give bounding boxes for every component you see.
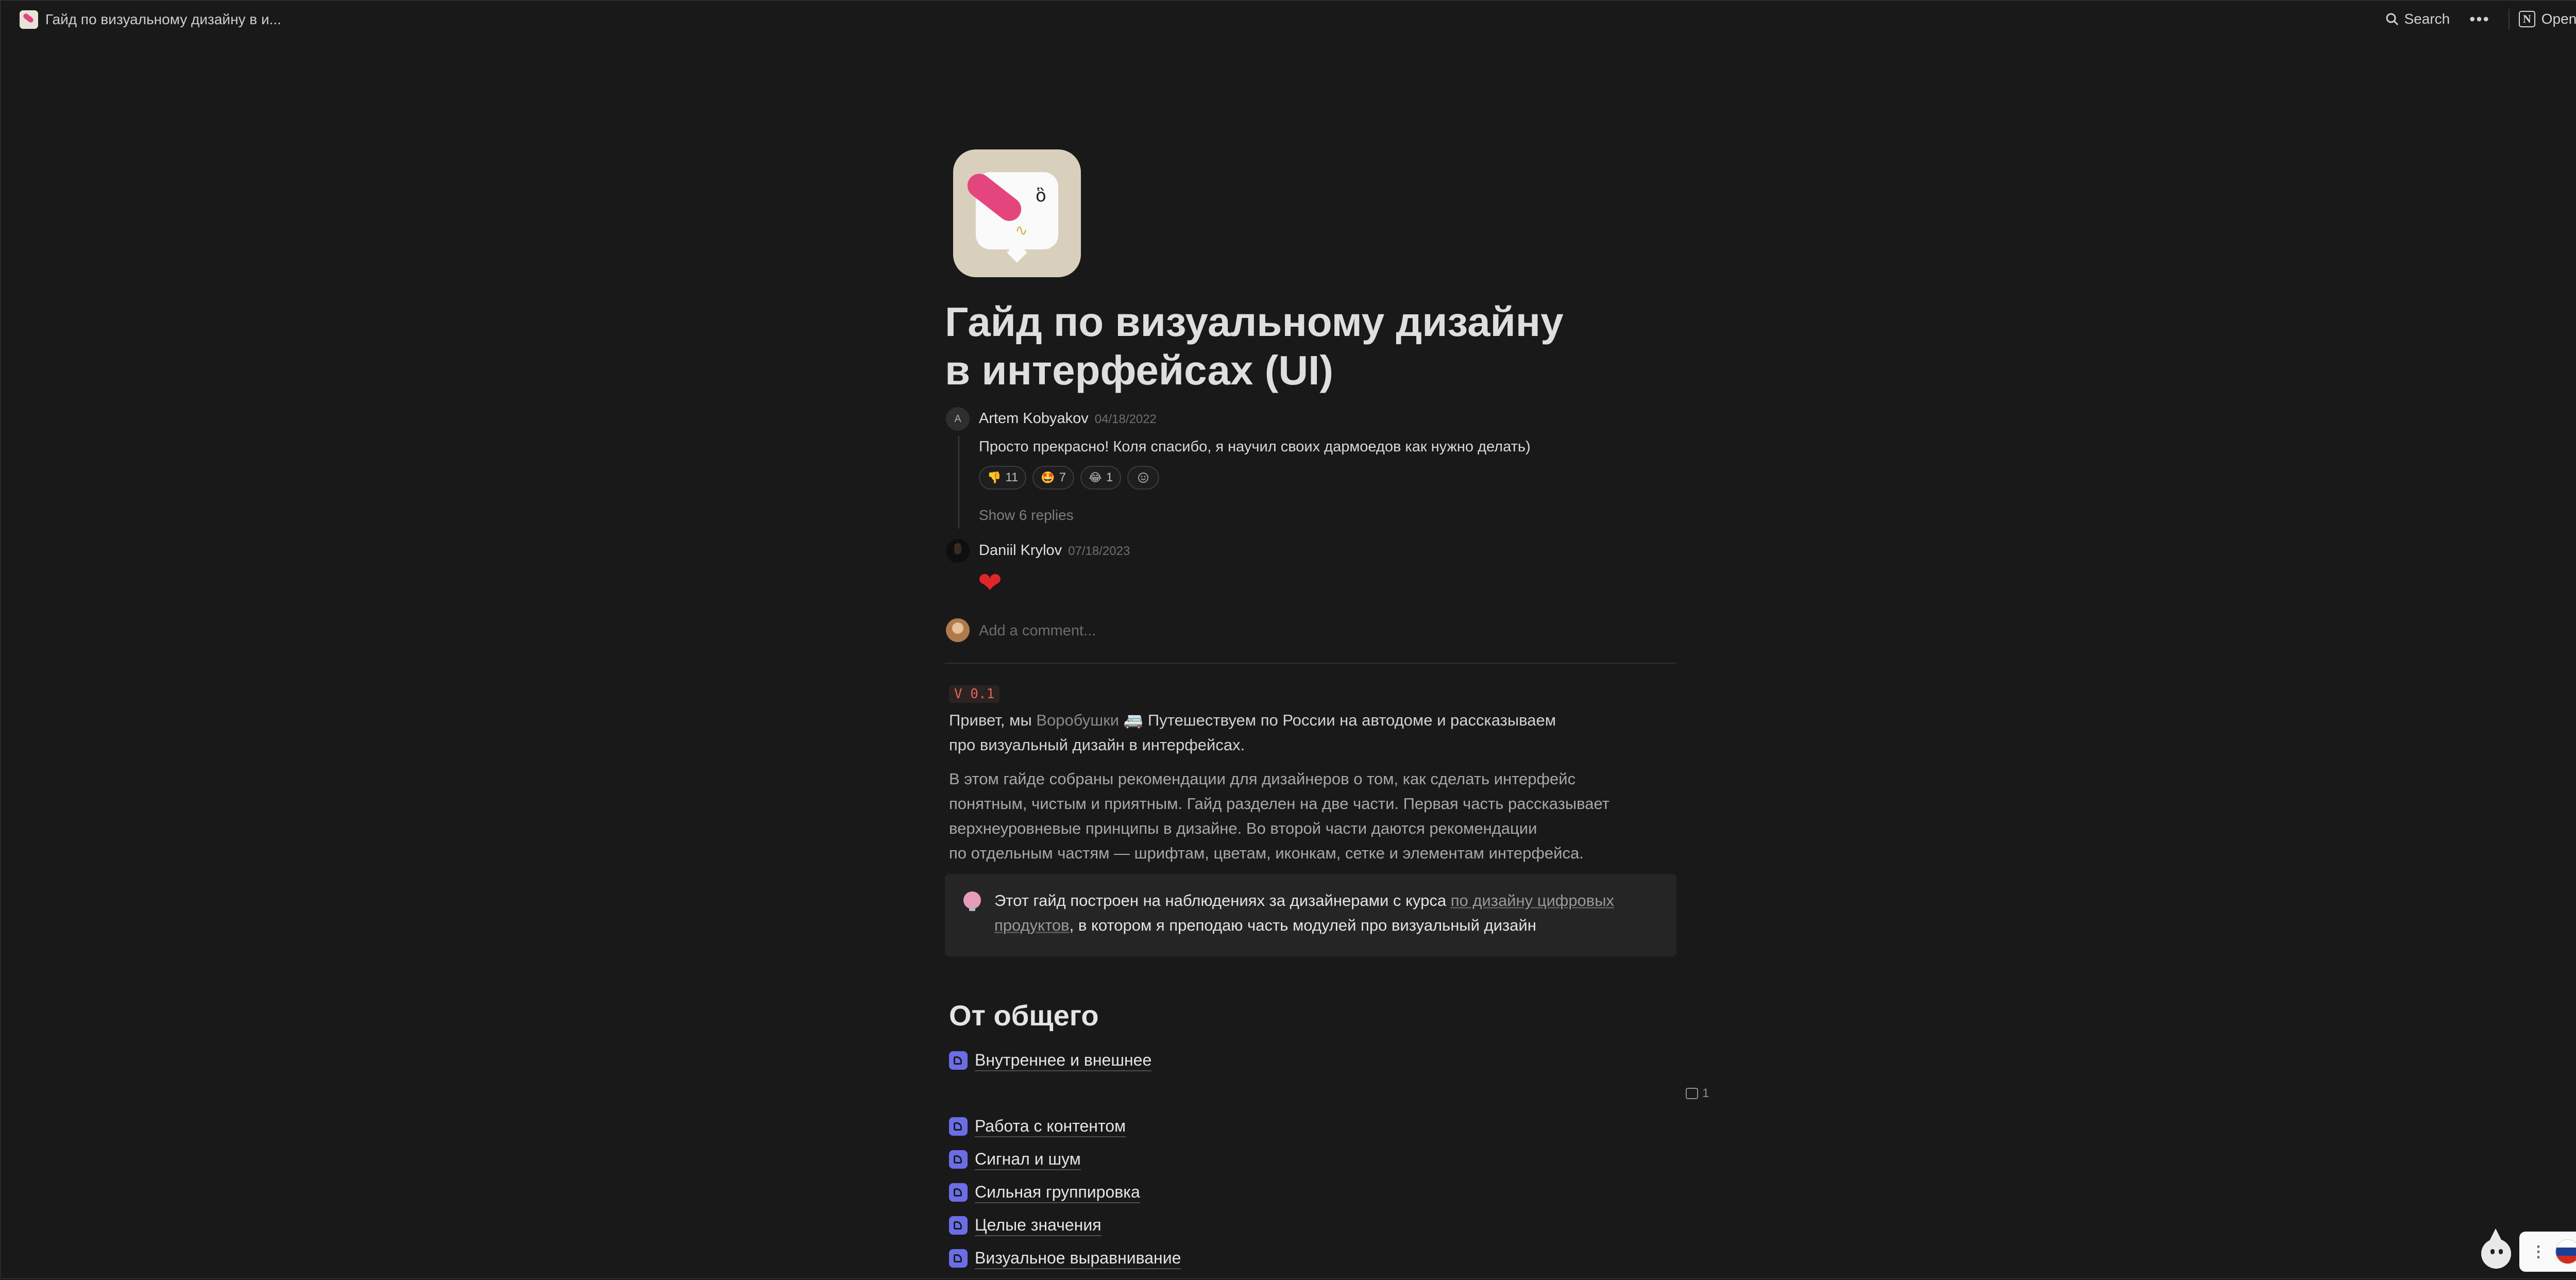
- flag-stripe: [2556, 1255, 2576, 1264]
- mascot-body: [2481, 1239, 2511, 1269]
- page-link-label: Сигнал и шум: [975, 1149, 1081, 1170]
- add-emoji-icon: [1138, 473, 1149, 483]
- search-label: Search: [2404, 11, 2450, 27]
- star-eyes-icon: 🤩: [1041, 471, 1055, 484]
- flag-icon[interactable]: [2555, 1239, 2576, 1264]
- reaction-count: 1: [1106, 470, 1113, 484]
- flag-stripe: [2556, 1248, 2576, 1256]
- widget-menu-icon[interactable]: ⋮: [2531, 1243, 2546, 1261]
- page-title-line1: Гайд по визуальному дизайну: [945, 299, 1564, 345]
- intro-line2: про визуальный дизайн в интерфейсах.: [949, 736, 1245, 754]
- reaction-count: 11: [1005, 470, 1019, 484]
- breadcrumb-title: Гайд по визуальному дизайну в и...: [45, 11, 281, 27]
- callout-block: Этот гайд построен на наблюдениях за диз…: [945, 874, 1676, 956]
- reaction-star-eyes[interactable]: 🤩 7: [1032, 466, 1075, 490]
- intro-paragraph: Привет, мы Воробушки 🚐 Путешествуем по Р…: [949, 708, 1670, 757]
- page-favicon-icon: [20, 10, 38, 29]
- open-notion-button[interactable]: N Open Notion: [2518, 11, 2576, 27]
- page-title-line2: в интерфейсах (UI): [945, 347, 1334, 393]
- avatar[interactable]: A: [946, 407, 970, 431]
- more-options-button[interactable]: •••: [2469, 10, 2490, 29]
- page-breadcrumb[interactable]: Гайд по визуальному дизайну в и...: [20, 10, 281, 29]
- page-link[interactable]: Сигнал и шум: [949, 1149, 1081, 1170]
- face-icon: ὃ: [1036, 186, 1046, 206]
- page-link-icon: [949, 1249, 968, 1268]
- page-link-icon: [949, 1216, 968, 1235]
- reaction-thumbs-down[interactable]: 👎 11: [979, 466, 1027, 490]
- thumbs-down-icon: 👎: [987, 471, 1002, 484]
- squiggle-icon: ∿: [1015, 222, 1028, 239]
- comment-author[interactable]: Artem Kobyakov: [979, 410, 1089, 427]
- description-paragraph: В этом гайде собраны рекомендации для ди…: [949, 767, 1670, 866]
- mascot-icon[interactable]: [2479, 1228, 2513, 1271]
- page-title[interactable]: Гайд по визуальному дизайну в интерфейса…: [945, 298, 1615, 395]
- comment-date: 07/18/2023: [1068, 544, 1130, 558]
- reaction-count: 7: [1059, 470, 1066, 484]
- page-link[interactable]: Визуальное выравнивание: [949, 1248, 1181, 1269]
- show-replies-link[interactable]: Show 6 replies: [979, 507, 1074, 524]
- intro-rest: 🚐 Путешествуем по России на автодоме и р…: [1119, 711, 1556, 729]
- page-link-icon: [949, 1183, 968, 1202]
- callout-prefix: Этот гайд построен на наблюдениях за диз…: [994, 891, 1451, 910]
- add-reaction-button[interactable]: [1127, 466, 1160, 490]
- comment-header: Artem Kobyakov 04/18/2022: [979, 410, 1157, 427]
- page-icon[interactable]: ὃ ∿: [953, 149, 1081, 277]
- page-link-icon: [949, 1150, 968, 1169]
- description-line: В этом гайде собраны рекомендации для ди…: [949, 770, 1576, 788]
- version-badge: V 0.1: [949, 685, 1000, 703]
- description-line: понятным, чистым и приятным. Гайд раздел…: [949, 795, 1609, 813]
- top-bar-actions: Search ••• N Open Notion: [2385, 8, 2576, 30]
- page-link-label: Целые значения: [975, 1215, 1101, 1236]
- heart-icon: ❤: [978, 566, 1002, 600]
- course-link[interactable]: продуктов: [994, 916, 1070, 934]
- page-link-icon: [949, 1051, 968, 1070]
- page-link[interactable]: Работа с контентом: [949, 1116, 1126, 1137]
- page-link-label: Сильная группировка: [975, 1182, 1140, 1203]
- page-link-label: Внутреннее и внешнее: [975, 1050, 1152, 1071]
- page-link[interactable]: Сильная группировка: [949, 1182, 1140, 1203]
- page-link-icon: [949, 1117, 968, 1136]
- search-button[interactable]: Search: [2385, 11, 2450, 27]
- avatar[interactable]: [946, 539, 970, 563]
- vorobushki-link[interactable]: Воробушки: [1036, 711, 1119, 729]
- comment-date: 04/18/2022: [1094, 412, 1157, 426]
- current-user-avatar: [946, 618, 970, 642]
- description-line: верхнеуровневые принципы в дизайне. Во в…: [949, 819, 1537, 837]
- lightbulb-icon: [963, 891, 981, 911]
- callout-rest: , в котором я преподаю часть модулей про…: [1069, 916, 1536, 934]
- notion-logo-icon: N: [2518, 11, 2535, 27]
- add-comment-input[interactable]: Add a comment...: [979, 622, 1096, 639]
- divider: [945, 663, 1676, 664]
- translate-widget: ⋮ ✕: [2519, 1232, 2576, 1272]
- side-comment-indicator[interactable]: 1: [1686, 1086, 1709, 1101]
- comment-body: Просто прекрасно! Коля спасибо, я научил…: [979, 439, 1531, 455]
- laugh-icon: 😂: [1089, 471, 1102, 484]
- reaction-laugh[interactable]: 😂 1: [1080, 466, 1122, 490]
- divider: [2508, 9, 2510, 29]
- window-frame: [0, 0, 2576, 1279]
- open-notion-label: Open Notion: [2541, 11, 2576, 27]
- intro-prefix: Привет, мы: [949, 711, 1037, 729]
- page-link-label: Работа с контентом: [975, 1116, 1126, 1137]
- top-bar: Гайд по визуальному дизайну в и... Searc…: [0, 0, 2576, 38]
- comment-icon: [1686, 1088, 1698, 1099]
- comment-header: Daniil Krylov 07/18/2023: [979, 542, 1130, 559]
- flag-stripe: [2556, 1240, 2576, 1248]
- page-link[interactable]: Целые значения: [949, 1215, 1101, 1236]
- section-heading: От общего: [949, 999, 1099, 1032]
- page-link[interactable]: Внутреннее и внешнее: [949, 1050, 1152, 1071]
- mascot-eye: [2490, 1249, 2495, 1254]
- page-link-label: Визуальное выравнивание: [975, 1248, 1181, 1269]
- comment-author[interactable]: Daniil Krylov: [979, 542, 1062, 559]
- thread-line: [958, 436, 959, 529]
- search-icon: [2386, 13, 2399, 26]
- description-line: по отдельным частям — шрифтам, цветам, и…: [949, 844, 1584, 862]
- course-link[interactable]: по дизайну цифровых: [1451, 891, 1614, 910]
- reactions-bar: 👎 11 🤩 7 😂 1: [979, 466, 1160, 490]
- comment-count: 1: [1702, 1086, 1709, 1100]
- mascot-eye: [2499, 1249, 2503, 1254]
- callout-text: Этот гайд построен на наблюдениях за диз…: [994, 888, 1664, 938]
